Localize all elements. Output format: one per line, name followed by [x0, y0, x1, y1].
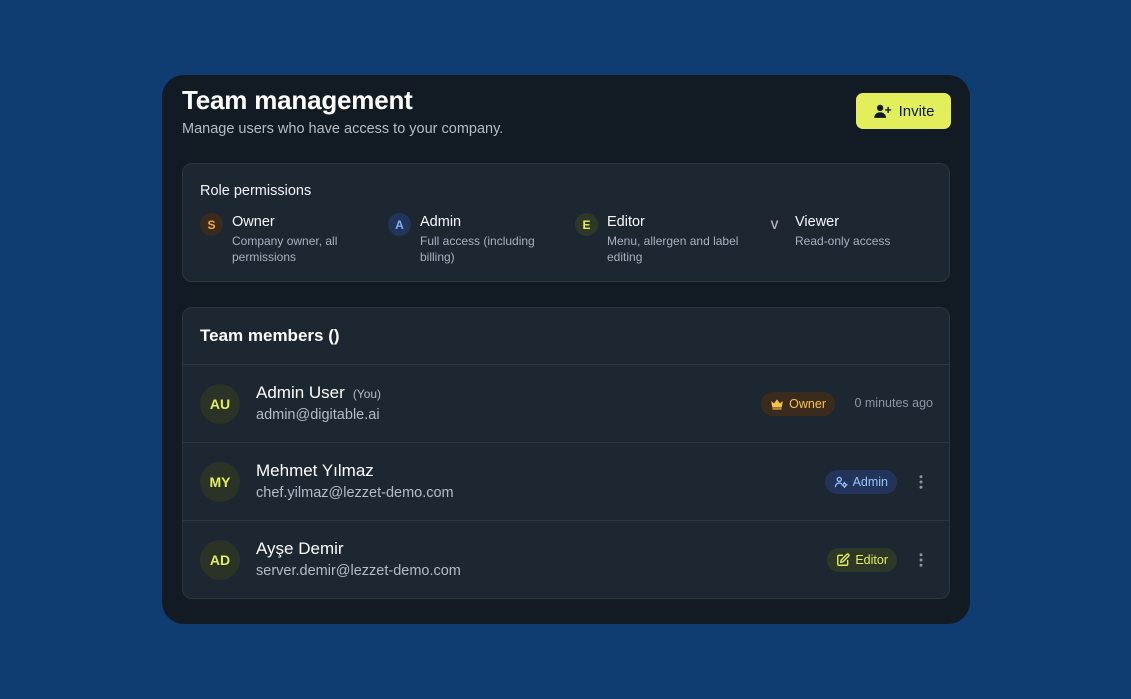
role-pill-owner: Owner: [761, 392, 835, 416]
member-name-line: Mehmet Yılmaz: [256, 461, 374, 481]
last-active-time: 0 minutes ago: [854, 396, 933, 410]
team-members-heading: Team members (): [183, 308, 949, 365]
role-permissions-card: Role permissions S Owner Company owner, …: [182, 163, 950, 282]
role-owner: S Owner Company owner, all permissions: [200, 213, 370, 265]
team-members-card: Team members () AU Admin User (You) admi…: [182, 307, 950, 599]
member-name: Ayşe Demir: [256, 539, 344, 558]
role-badge-editor: E: [575, 213, 598, 236]
crown-icon: [771, 399, 784, 410]
member-email: admin@digitable.ai: [256, 407, 380, 423]
role-pill-label: Admin: [852, 475, 888, 489]
role-badge-admin: A: [388, 213, 411, 236]
member-row: AD Ayşe Demir server.demir@lezzet-demo.c…: [183, 521, 949, 598]
member-name-line: Ayşe Demir: [256, 539, 344, 559]
member-row: AU Admin User (You) admin@digitable.ai O…: [183, 365, 949, 443]
team-management-panel: Team management Manage users who have ac…: [162, 75, 970, 624]
role-name: Editor: [607, 214, 645, 230]
page-title: Team management: [182, 85, 413, 115]
avatar: AU: [200, 384, 240, 424]
role-editor: E Editor Menu, allergen and label editin…: [575, 213, 745, 265]
avatar: MY: [200, 462, 240, 502]
member-name: Admin User: [256, 383, 345, 402]
role-admin: A Admin Full access (including billing): [388, 213, 558, 265]
more-vertical-icon: [919, 475, 923, 489]
role-name: Owner: [232, 214, 275, 230]
edit-icon: [837, 553, 850, 566]
member-actions-menu-button[interactable]: [911, 550, 931, 570]
role-permissions-heading: Role permissions: [200, 183, 312, 199]
member-name-line: Admin User (You): [256, 383, 381, 403]
role-pill-label: Owner: [789, 397, 826, 411]
role-viewer: V Viewer Read-only access: [763, 213, 933, 249]
member-email: chef.yilmaz@lezzet-demo.com: [256, 485, 454, 501]
member-name: Mehmet Yılmaz: [256, 461, 374, 480]
member-email: server.demir@lezzet-demo.com: [256, 563, 461, 579]
role-description: Read-only access: [795, 234, 891, 248]
invite-button[interactable]: Invite: [856, 93, 951, 129]
invite-button-label: Invite: [898, 102, 935, 120]
page-subtitle: Manage users who have access to your com…: [182, 121, 504, 137]
role-description: Full access (including billing): [420, 234, 535, 264]
user-cog-icon: [834, 476, 848, 489]
member-row: MY Mehmet Yılmaz chef.yilmaz@lezzet-demo…: [183, 443, 949, 521]
more-vertical-icon: [919, 553, 923, 567]
role-badge-viewer: V: [763, 213, 786, 236]
member-actions-menu-button[interactable]: [911, 472, 931, 492]
role-name: Viewer: [795, 214, 840, 230]
role-description: Company owner, all permissions: [232, 234, 338, 264]
role-pill-editor: Editor: [827, 548, 897, 572]
role-badge-owner: S: [200, 213, 223, 236]
role-description: Menu, allergen and label editing: [607, 234, 739, 264]
user-plus-icon: [873, 104, 891, 118]
role-pill-label: Editor: [855, 553, 888, 567]
role-name: Admin: [420, 214, 462, 230]
you-tag: (You): [352, 387, 382, 401]
role-pill-admin: Admin: [824, 470, 897, 494]
avatar: AD: [200, 540, 240, 580]
